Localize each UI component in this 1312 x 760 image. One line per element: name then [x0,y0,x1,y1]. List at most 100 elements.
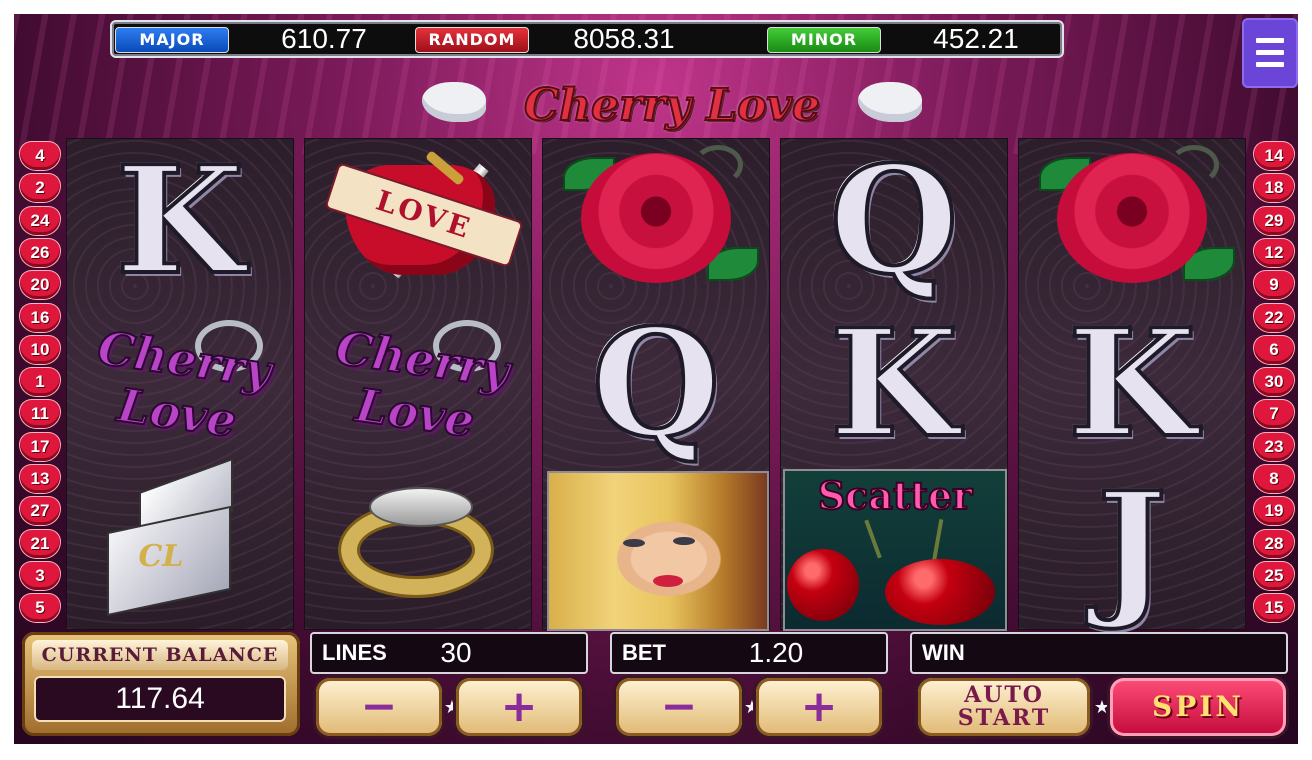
plus-icon: + [800,681,838,732]
spin-label: SPIN [1152,690,1244,723]
symbol-scatter: Scatter [781,465,1007,631]
payline-number: 10 [30,339,50,359]
payline-marker-left[interactable]: 10 [20,335,60,364]
cherry-icon [885,559,995,625]
payline-marker-right[interactable]: 28 [1254,529,1294,558]
reel-3: Q [542,138,770,631]
bet-field: BET 1.20 [610,632,888,674]
symbol-rose [1019,139,1245,302]
jackpot-random-amount: 8058.31 [573,23,675,54]
snake-head-icon [369,487,473,527]
win-field: WIN [910,632,1288,674]
payline-marker-right[interactable]: 18 [1254,174,1294,203]
symbol-keychain: Cherry Love [305,302,531,465]
menu-button[interactable] [1242,18,1298,88]
jackpot-random: RANDOM 8058.31 [412,23,752,54]
payline-number: 1 [35,372,45,392]
payline-marker-right[interactable]: 15 [1254,594,1294,623]
payline-number: 27 [30,501,50,521]
payline-number: 11 [31,404,49,424]
lines-minus-button[interactable]: − [316,678,442,736]
letter-q-symbol: Q [590,296,723,470]
payline-number: 7 [1269,404,1279,424]
eye-icon [673,537,695,545]
payline-number: 29 [1264,210,1284,230]
rose-icon [581,153,731,283]
payline-number: 9 [1269,275,1279,295]
auto-start-line2: START [957,705,1051,731]
lighter-monogram: CL [138,539,184,574]
bet-plus-button[interactable]: + [756,678,882,736]
jackpot-major-amount: 610.77 [281,23,367,54]
jackpot-bar: MAJOR 610.77 RANDOM 8058.31 MINOR 452.21 [110,20,1064,58]
lines-plus-button[interactable]: + [456,678,582,736]
payline-marker-right[interactable]: 19 [1254,497,1294,526]
payline-number: 4 [35,146,45,165]
payline-number: 25 [1264,565,1284,585]
payline-marker-left[interactable]: 5 [20,594,60,623]
plus-icon: + [500,681,538,732]
payline-number: 17 [30,436,50,456]
payline-marker-right[interactable]: 22 [1254,303,1294,332]
letter-q-symbol: Q [828,133,961,307]
payline-marker-right[interactable]: 14 [1254,142,1294,170]
payline-number: 20 [30,275,50,295]
jackpot-minor-amount: 452.21 [933,23,1019,54]
lines-value: 30 [440,637,472,668]
jackpot-minor-label: MINOR [767,27,881,53]
payline-marker-left[interactable]: 3 [20,561,60,590]
payline-number: 13 [30,469,50,488]
payline-marker-left[interactable]: 20 [20,271,60,300]
payline-marker-right[interactable]: 23 [1254,432,1294,461]
win-value [1008,634,1268,672]
payline-marker-left[interactable]: 26 [20,238,60,267]
payline-number: 21 [30,533,50,553]
payline-marker-right[interactable]: 6 [1254,335,1294,364]
payline-marker-left[interactable]: 21 [20,529,60,558]
jackpot-major: MAJOR 610.77 [112,23,408,54]
payline-marker-right[interactable]: 9 [1254,271,1294,300]
symbol-lighter: CL [67,457,293,628]
cherry-icon [787,549,859,621]
letter-k-symbol: K [1066,296,1199,470]
reel-5: K J [1018,138,1246,630]
bet-minus-button[interactable]: − [616,678,742,736]
payline-marker-left[interactable]: 2 [20,174,60,203]
payline-number: 14 [1264,146,1284,165]
spin-button[interactable]: SPIN [1110,678,1286,736]
payline-marker-right[interactable]: 25 [1254,561,1294,590]
payline-marker-left[interactable]: 4 [20,142,60,170]
symbol-rose [543,139,769,302]
game-screen: MAJOR 610.77 RANDOM 8058.31 MINOR 452.21… [14,14,1298,744]
payline-marker-right[interactable]: 30 [1254,368,1294,397]
payline-number: 12 [1264,242,1284,262]
star-icon: ★ [1093,697,1111,718]
payline-number: 15 [1264,598,1284,618]
jackpot-major-label: MAJOR [115,27,229,53]
payline-number: 8 [1269,469,1279,488]
symbol-k: K [67,139,293,302]
jackpot-minor: MINOR 452.21 [764,23,1058,54]
symbol-k: K [1019,302,1245,465]
payline-marker-left[interactable]: 13 [20,465,60,493]
payline-number: 3 [35,565,45,585]
symbol-q: Q [781,139,1007,302]
bet-label: BET [622,640,666,665]
payline-marker-left[interactable]: 17 [20,432,60,461]
reel-1: K Cherry Love CL [66,138,294,630]
payline-marker-left[interactable]: 1 [20,368,60,397]
payline-marker-left[interactable]: 11 [20,400,60,429]
payline-marker-left[interactable]: 27 [20,497,60,526]
auto-start-button[interactable]: AUTO START [918,678,1090,736]
payline-number: 6 [1269,339,1279,359]
menu-icon-bar [1256,50,1284,55]
payline-marker-right[interactable]: 12 [1254,238,1294,267]
payline-marker-right[interactable]: 8 [1254,465,1294,493]
payline-marker-left[interactable]: 16 [20,303,60,332]
payline-marker-left[interactable]: 24 [20,206,60,235]
symbol-k: K [781,302,1007,465]
payline-number: 2 [35,178,45,198]
payline-marker-right[interactable]: 29 [1254,206,1294,235]
payline-marker-right[interactable]: 7 [1254,400,1294,429]
bet-value: 1.20 [748,637,804,668]
